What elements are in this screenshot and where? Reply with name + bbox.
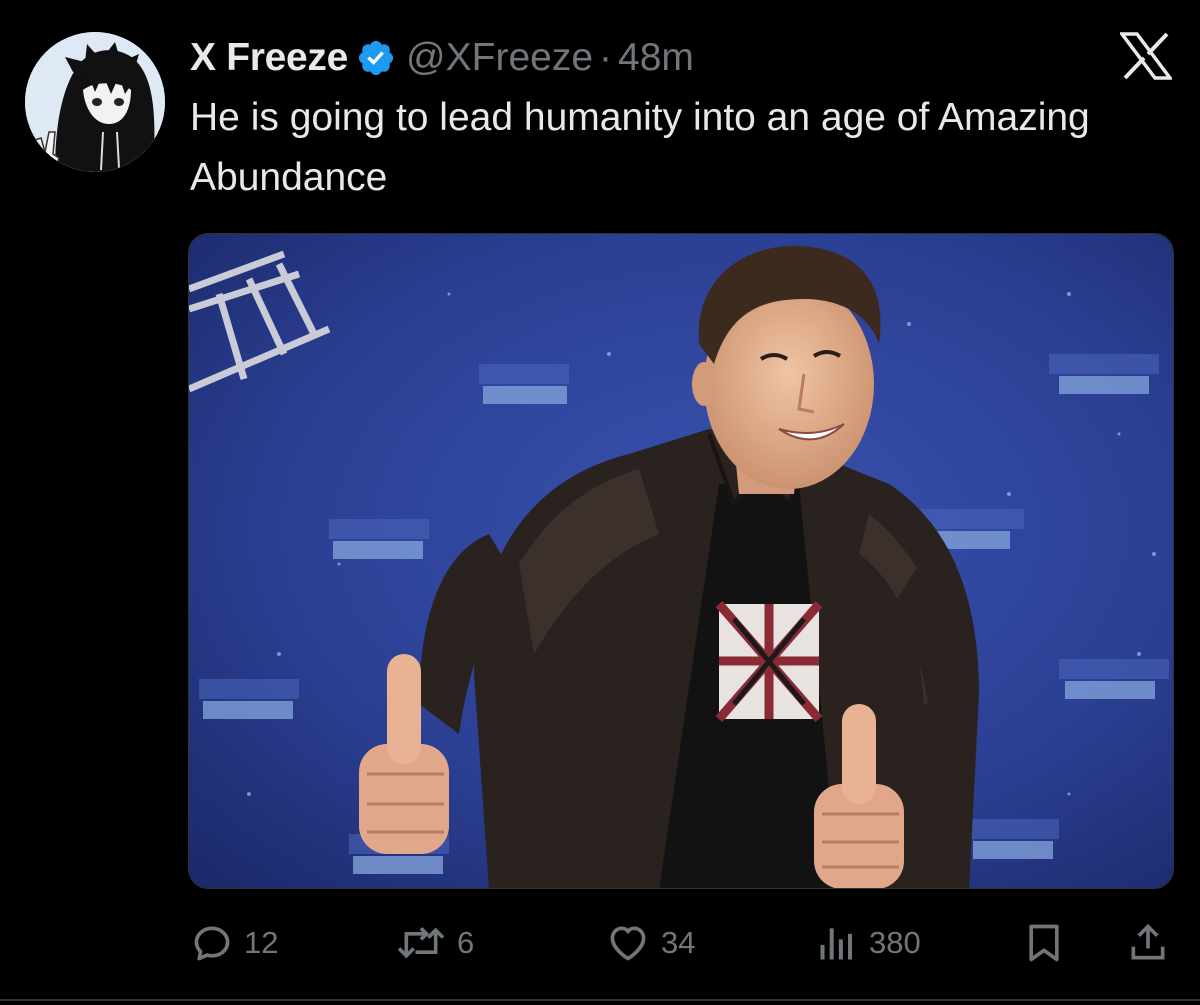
tweet: X Freeze @XFreeze · 48m He is going to l… — [0, 0, 1200, 1005]
repost-icon — [397, 927, 445, 959]
separator-dot: · — [599, 36, 613, 79]
tweet-text: He is going to lead humanity into an age… — [190, 96, 1090, 199]
reply-button[interactable]: 12 — [190, 915, 278, 971]
x-logo-icon — [1118, 32, 1174, 80]
like-count: 34 — [661, 925, 696, 960]
divider — [0, 999, 1200, 1001]
reply-count: 12 — [244, 925, 279, 960]
action-bar: 12 6 34 380 — [0, 915, 1200, 971]
timestamp[interactable]: 48m — [618, 36, 694, 80]
repost-button[interactable]: 6 — [395, 915, 474, 971]
share-button[interactable] — [1126, 915, 1170, 971]
handle[interactable]: @XFreeze — [406, 36, 593, 80]
avatar[interactable] — [25, 32, 165, 172]
views-icon — [820, 928, 853, 960]
display-name[interactable]: X Freeze — [190, 36, 348, 80]
heart-icon — [610, 926, 646, 961]
bookmark-icon — [1029, 924, 1059, 962]
reply-icon — [194, 926, 230, 961]
tweet-image[interactable] — [188, 233, 1174, 889]
view-count: 380 — [869, 925, 921, 960]
like-button[interactable]: 34 — [605, 915, 695, 971]
views-button[interactable]: 380 — [815, 915, 921, 971]
anime-avatar-icon — [25, 32, 165, 172]
verified-badge-icon[interactable] — [356, 38, 396, 78]
repost-count: 6 — [457, 925, 475, 960]
bookmark-button[interactable] — [1022, 915, 1066, 971]
share-icon — [1131, 923, 1165, 960]
tweet-header: X Freeze @XFreeze · 48m — [190, 30, 694, 86]
